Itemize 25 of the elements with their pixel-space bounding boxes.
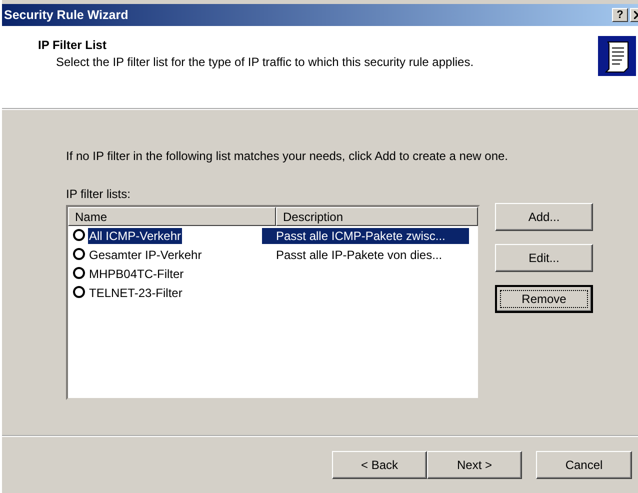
- wizard-button[interactable]: < Back: [332, 451, 427, 479]
- name-cell: MHPB04TC-Filter: [88, 266, 185, 282]
- list-action-button[interactable]: Remove: [495, 285, 593, 313]
- filter-list[interactable]: Name Description All ICMP-Verkehr Passt alle ICMP-Pakete zwisc... Gesamter IP-Verkehr Passt alle IP-Pakete von dies... MHPB04TC-Filter TELNET-23-Filter: [66, 205, 480, 400]
- name-cell: TELNET-23-Filter: [88, 284, 184, 300]
- page-subtitle: Select the IP filter list for the type of IP traffic to which this security rule applies.: [55, 55, 475, 69]
- name-cell: All ICMP-Verkehr: [88, 228, 182, 244]
- description-cell-text: Passt alle IP-Pakete von dies...: [275, 246, 444, 262]
- column-header[interactable]: Name: [68, 207, 276, 226]
- name-cell: Gesamter IP-Verkehr: [88, 246, 203, 262]
- instruction-text: If no IP filter in the following list matches your needs, click Add to create a new one.: [66, 149, 510, 163]
- help-button[interactable]: ?: [612, 8, 628, 22]
- page-title: IP Filter List: [38, 38, 108, 52]
- column-header[interactable]: Description: [276, 207, 478, 226]
- list-row[interactable]: Gesamter IP-Verkehr Passt alle IP-Pakete von dies...: [68, 245, 478, 264]
- list-label: IP filter lists:: [66, 187, 132, 201]
- description-cell: Passt alle ICMP-Pakete zwisc...: [262, 228, 469, 244]
- list-row[interactable]: TELNET-23-Filter: [68, 283, 478, 302]
- wizard-button[interactable]: Next >: [427, 451, 522, 479]
- list-action-button[interactable]: Add...: [495, 203, 593, 231]
- window-title: Security Rule Wizard: [4, 8, 130, 22]
- list-row[interactable]: MHPB04TC-Filter: [68, 264, 478, 283]
- list-action-button[interactable]: Edit...: [495, 244, 593, 272]
- wizard-button[interactable]: Cancel: [536, 451, 632, 479]
- list-row[interactable]: All ICMP-Verkehr Passt alle ICMP-Pakete zwisc...: [68, 226, 478, 245]
